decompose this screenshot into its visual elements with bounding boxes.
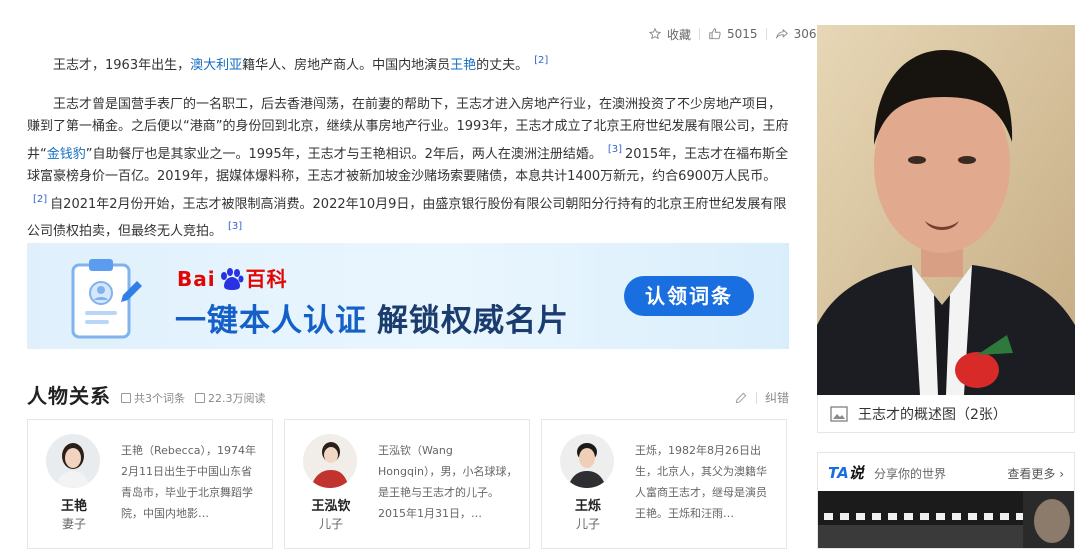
entries-count: 共3个词条	[121, 390, 185, 409]
paragraph-biography: 王志才曾是国营手表厂的一名职工，后去香港闯荡，在前妻的帮助下，王志才进入房地产行…	[27, 94, 789, 244]
pencil-icon	[735, 392, 747, 403]
banner-headline: 一键本人认证 解锁权威名片	[175, 295, 569, 340]
text: 的丈夫。	[476, 58, 529, 73]
like-count: 5015	[727, 27, 758, 41]
relation-card[interactable]: 王烁 儿子 王烁，1982年8月26日出生，北京人，其父为澳籍华人富商王志才，继…	[541, 419, 787, 549]
share-icon	[775, 28, 788, 40]
relation-desc: 王烁，1982年8月26日出生，北京人，其父为澳籍华人富商王志才，继母是演员王艳…	[635, 444, 767, 520]
relation-card[interactable]: 王泓钦 儿子 王泓钦（Wang Hongqin），男，小名球球，是王艳与王志才的…	[284, 419, 530, 549]
relation-card[interactable]: 王艳 妻子 王艳（Rebecca），1974年2月11日出生于中国山东省青岛市，…	[27, 419, 273, 549]
text: 王志才，1963年出生，	[53, 58, 191, 73]
logo-text: 说	[848, 464, 864, 482]
caption-text: 王志才的概述图（2张）	[858, 406, 1007, 423]
link-jinqianbao[interactable]: 金钱豹	[47, 147, 86, 162]
text: ”自助餐厅也是其家业之一。1995年，王志才与王艳相识。2年后，两人在澳洲注册结…	[85, 146, 602, 162]
link-wang-yan[interactable]: 王艳	[450, 58, 476, 73]
article-actions: 收藏 5015 306	[648, 24, 816, 44]
text: 自2021年2月份开始，王志才被限制高消费。2022年10月9日，由盛京银行股份…	[27, 196, 787, 240]
relation-desc: 王泓钦（Wang Hongqin），男，小名球球，是王艳与王志才的儿子。2015…	[378, 444, 518, 520]
logo-text: TA	[828, 464, 849, 482]
headline-part: 解锁权威名片	[377, 303, 569, 339]
avatar	[303, 434, 357, 488]
claim-entry-button[interactable]: 认领词条	[624, 276, 754, 316]
meta-text: 22.3万阅读	[208, 392, 266, 405]
headline-part: 一键本人认证	[175, 303, 367, 339]
collect-button[interactable]: 收藏	[648, 26, 691, 43]
logo-text: 百科	[245, 267, 288, 291]
image-icon	[830, 405, 848, 422]
relation-role: 妻子	[61, 517, 86, 531]
divider	[755, 391, 757, 404]
ta-thumbnail[interactable]	[818, 491, 1074, 548]
entries-icon	[121, 393, 131, 403]
relation-name: 王泓钦	[311, 499, 351, 514]
relations-header: 人物关系 共3个词条 22.3万阅读 纠错	[27, 383, 789, 409]
text: 籍华人、房地产商人。中国内地演员	[242, 58, 451, 73]
meta-text: 共3个词条	[134, 392, 185, 405]
correction-label: 纠错	[764, 391, 789, 405]
ta-shuo-panel: TA说 分享你的世界 查看更多 ›	[817, 452, 1075, 549]
paw-icon	[220, 268, 244, 290]
ta-shuo-logo: TA说	[828, 462, 864, 483]
avatar	[560, 434, 614, 488]
ta-slogan: 分享你的世界	[874, 467, 947, 481]
section-title: 人物关系	[27, 384, 111, 408]
reference-link[interactable]: [3]	[608, 144, 622, 155]
logo-text: Bai	[177, 267, 216, 291]
relation-role: 儿子	[318, 517, 343, 531]
avatar	[46, 434, 100, 488]
reference-link[interactable]: [3]	[228, 221, 242, 232]
reference-link[interactable]: [2]	[33, 194, 47, 205]
divider	[765, 28, 767, 40]
relation-desc: 王艳（Rebecca），1974年2月11日出生于中国山东省青岛市，毕业于北京舞…	[121, 444, 256, 520]
paragraph-intro: 王志才，1963年出生，澳大利亚籍华人、房地产商人。中国内地演员王艳的丈夫。 [2…	[27, 50, 789, 78]
baike-verify-banner[interactable]: Bai 百科 一键本人认证 解锁权威名片 认领词条	[27, 243, 789, 349]
link-australia[interactable]: 澳大利亚	[190, 58, 242, 73]
correction-button[interactable]: 纠错	[734, 389, 789, 406]
share-count: 306	[793, 27, 817, 41]
clipboard-icon	[71, 259, 142, 339]
like-button[interactable]: 5015	[708, 27, 758, 41]
summary-photo[interactable]	[817, 25, 1075, 395]
read-count: 22.3万阅读	[195, 390, 266, 409]
share-button[interactable]: 306	[775, 27, 817, 41]
photo-caption[interactable]: 王志才的概述图（2张）	[817, 395, 1075, 433]
article-body: 王志才，1963年出生，澳大利亚籍华人、房地产商人。中国内地演员王艳的丈夫。 [2…	[27, 50, 789, 244]
reference-link[interactable]: [2]	[534, 55, 548, 66]
divider	[699, 28, 701, 40]
thumbs-up-icon	[709, 28, 721, 40]
baidu-baike-logo: Bai 百科	[177, 263, 288, 292]
book-icon	[195, 393, 205, 403]
see-more-link[interactable]: 查看更多 ›	[1007, 465, 1064, 482]
relation-role: 儿子	[575, 517, 600, 531]
relation-name: 王烁	[574, 499, 601, 514]
star-icon	[648, 27, 662, 40]
relation-name: 王艳	[60, 499, 87, 514]
collect-label: 收藏	[667, 27, 692, 42]
